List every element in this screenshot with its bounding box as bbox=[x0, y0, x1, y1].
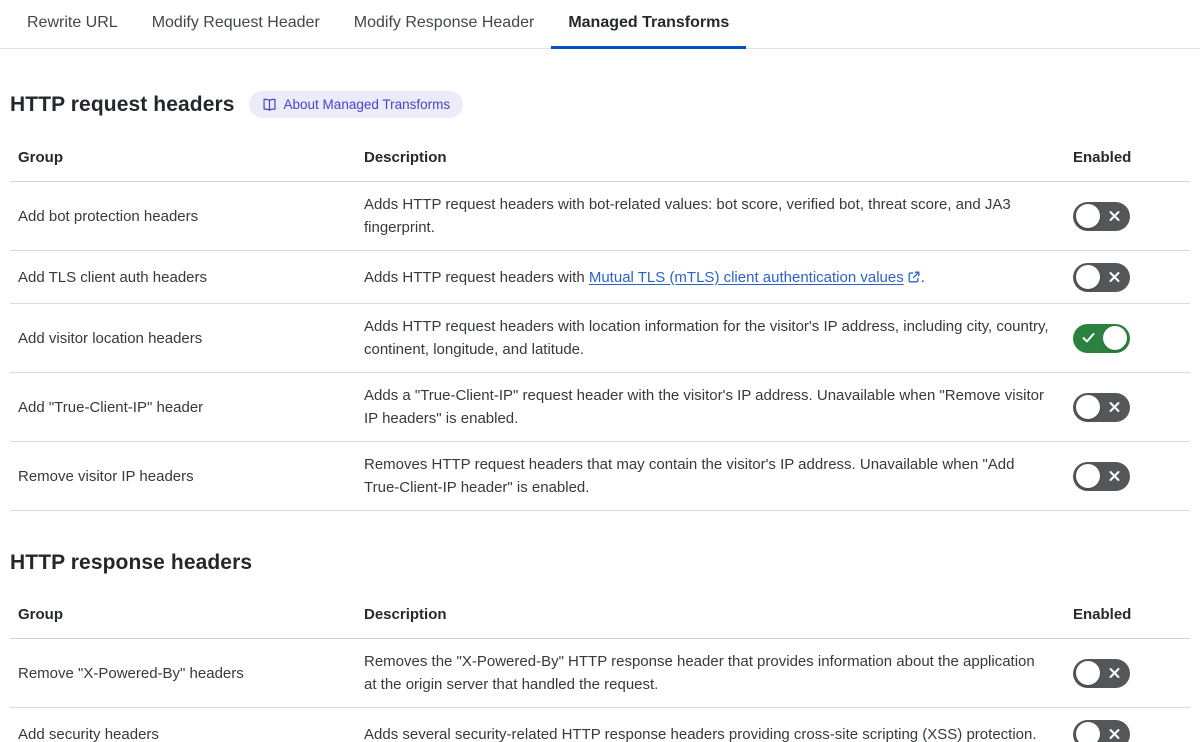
request-headers-title: HTTP request headers bbox=[10, 92, 235, 116]
x-icon bbox=[1109, 402, 1120, 412]
description-cell: Adds HTTP request headers with location … bbox=[364, 318, 1049, 358]
description-cell: Removes the "X-Powered-By" HTTP response… bbox=[364, 653, 1035, 693]
description-text: Adds HTTP request headers with bbox=[364, 268, 589, 286]
external-link-icon bbox=[908, 271, 920, 282]
toggle-knob bbox=[1103, 326, 1127, 350]
description-cell: Adds HTTP request headers with bot-relat… bbox=[364, 196, 1011, 236]
response-headers-title: HTTP response headers bbox=[10, 551, 253, 574]
column-header-group: Group bbox=[18, 606, 63, 623]
toggle-remove-visitor-ip-headers[interactable] bbox=[1073, 461, 1130, 491]
table-row: Add TLS client auth headers Adds HTTP re… bbox=[10, 251, 1190, 304]
table-row: Remove visitor IP headers Removes HTTP r… bbox=[10, 442, 1190, 511]
request-headers-section-header: HTTP request headers About Managed Trans… bbox=[10, 91, 1190, 118]
mtls-docs-link[interactable]: Mutual TLS (mTLS) client authentication … bbox=[589, 269, 921, 286]
group-cell: Remove "X-Powered-By" headers bbox=[18, 664, 244, 682]
x-icon bbox=[1109, 471, 1120, 481]
table-row: Remove "X-Powered-By" headers Removes th… bbox=[10, 639, 1190, 708]
table-row: Add security headers Adds several securi… bbox=[10, 708, 1190, 742]
table-row: Add "True-Client-IP" header Adds a "True… bbox=[10, 373, 1190, 442]
description-cell: Adds a "True-Client-IP" request header w… bbox=[364, 387, 1044, 427]
x-icon bbox=[1109, 729, 1120, 739]
table-header-row: Group Description Enabled bbox=[10, 134, 1190, 182]
description-text: . bbox=[920, 268, 925, 286]
toggle-add-bot-protection-headers[interactable] bbox=[1073, 201, 1130, 231]
toggle-add-security-headers[interactable] bbox=[1073, 719, 1130, 742]
description-cell: Removes HTTP request headers that may co… bbox=[364, 456, 1015, 496]
group-cell: Add TLS client auth headers bbox=[18, 268, 208, 286]
response-headers-section-header: HTTP response headers bbox=[10, 551, 1190, 575]
managed-transforms-panel: HTTP request headers About Managed Trans… bbox=[0, 91, 1200, 742]
about-badge-label: About Managed Transforms bbox=[283, 97, 451, 112]
response-headers-table: Group Description Enabled Remove "X-Powe… bbox=[10, 591, 1190, 742]
check-icon bbox=[1082, 333, 1095, 343]
x-icon bbox=[1109, 668, 1120, 678]
column-header-group: Group bbox=[18, 149, 63, 166]
tab-modify-request-header[interactable]: Modify Request Header bbox=[135, 0, 337, 49]
request-headers-table: Group Description Enabled Add bot protec… bbox=[10, 134, 1190, 511]
description-cell: Adds several security-related HTTP respo… bbox=[364, 725, 1037, 742]
column-header-enabled: Enabled bbox=[1073, 149, 1132, 166]
group-cell: Remove visitor IP headers bbox=[18, 467, 194, 485]
group-cell: Add security headers bbox=[18, 725, 159, 742]
toggle-add-true-client-ip-header[interactable] bbox=[1073, 392, 1130, 422]
x-icon bbox=[1109, 272, 1120, 282]
column-header-enabled: Enabled bbox=[1073, 606, 1132, 623]
transform-rules-tabbar: Rewrite URL Modify Request Header Modify… bbox=[0, 0, 1200, 49]
column-header-description: Description bbox=[364, 149, 447, 166]
toggle-knob bbox=[1076, 395, 1100, 419]
toggle-add-visitor-location-headers[interactable] bbox=[1073, 323, 1130, 353]
toggle-knob bbox=[1076, 204, 1100, 228]
description-cell: Adds HTTP request headers with Mutual TL… bbox=[364, 255, 1073, 300]
tab-modify-response-header[interactable]: Modify Response Header bbox=[337, 0, 552, 49]
toggle-knob bbox=[1076, 661, 1100, 685]
toggle-remove-x-powered-by-headers[interactable] bbox=[1073, 658, 1130, 688]
toggle-knob bbox=[1076, 464, 1100, 488]
table-row: Add bot protection headers Adds HTTP req… bbox=[10, 182, 1190, 251]
group-cell: Add bot protection headers bbox=[18, 207, 199, 225]
column-header-description: Description bbox=[364, 606, 447, 623]
about-managed-transforms-badge[interactable]: About Managed Transforms bbox=[248, 91, 464, 118]
x-icon bbox=[1109, 211, 1120, 221]
toggle-add-tls-client-auth-headers[interactable] bbox=[1073, 262, 1130, 292]
toggle-knob bbox=[1076, 265, 1100, 289]
group-cell: Add "True-Client-IP" header bbox=[18, 398, 204, 416]
book-icon bbox=[262, 98, 276, 111]
group-cell: Add visitor location headers bbox=[18, 329, 203, 347]
tab-rewrite-url[interactable]: Rewrite URL bbox=[10, 0, 135, 49]
toggle-knob bbox=[1076, 722, 1100, 742]
table-header-row: Group Description Enabled bbox=[10, 591, 1190, 639]
tab-managed-transforms[interactable]: Managed Transforms bbox=[551, 0, 747, 49]
table-row: Add visitor location headers Adds HTTP r… bbox=[10, 304, 1190, 373]
